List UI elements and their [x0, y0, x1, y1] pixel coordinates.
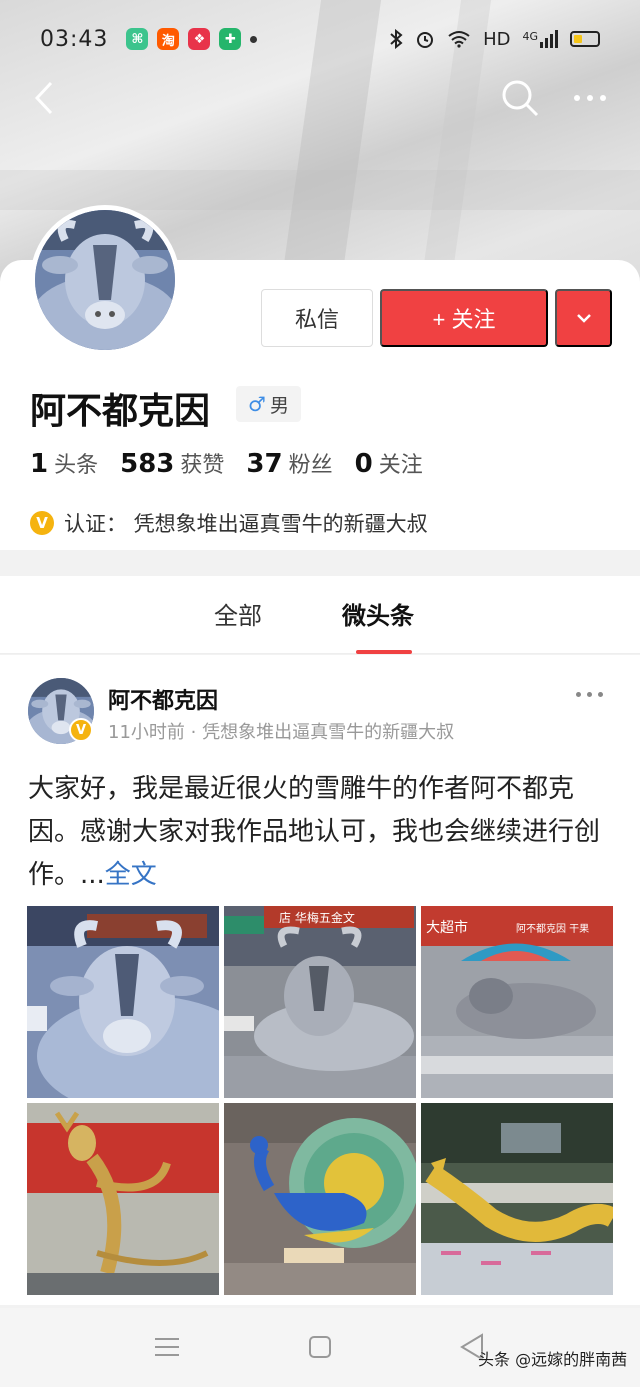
status-bar: 03:43 ⌘ 淘 ❖ ✚ HD 4G — [0, 0, 640, 78]
male-icon: ♂ — [248, 392, 266, 416]
search-icon — [502, 80, 539, 117]
profile-name: 阿不都克因 — [30, 391, 211, 432]
snow-bull-street-image[interactable]: 店 华梅五金文 — [224, 906, 416, 1098]
active-tab-indicator — [356, 650, 412, 654]
more-button[interactable] — [568, 78, 612, 118]
status-time: 03:43 — [40, 26, 109, 52]
stat-number: 1 — [30, 449, 49, 479]
app-green-icon: ⌘ — [126, 28, 149, 50]
more-notifications-dot — [250, 35, 258, 43]
watermark-text: 头条 @远嫁的胖南茜 — [478, 1350, 628, 1369]
recent-apps-button[interactable] — [155, 1338, 179, 1356]
top-nav — [0, 70, 640, 126]
wifi-icon — [448, 31, 470, 48]
sculpture-deer-svg — [27, 1103, 219, 1295]
market-sign-text: 阿不都克因 干果 — [516, 923, 589, 935]
signal-icon: 4G — [522, 30, 558, 48]
content-tabs: 全部 微头条 — [0, 576, 640, 654]
sculpture-deer-image[interactable] — [27, 1103, 219, 1295]
more-dot-icon — [598, 692, 603, 697]
notification-icons: ⌘ 淘 ❖ ✚ — [126, 28, 258, 50]
post-more-button[interactable] — [576, 692, 603, 697]
battery-icon — [570, 31, 600, 47]
peacock-sculpture-svg — [224, 1103, 416, 1295]
search-button[interactable] — [500, 78, 540, 118]
cover-shadow — [0, 170, 640, 210]
peacock-sculpture-image[interactable] — [224, 1103, 416, 1295]
snow-bull-market-image[interactable]: 大超市 阿不都克因 干果 — [421, 906, 613, 1098]
verification-text: 认证： 凭想象堆出逼真雪牛的新疆大叔 — [64, 512, 428, 536]
stat-label: 获赞 — [180, 453, 225, 478]
gender-label: 男 — [269, 394, 289, 417]
stat-fans[interactable]: 37 粉丝 — [246, 447, 332, 479]
app-red-icon: ❖ — [188, 28, 211, 50]
stat-label: 粉丝 — [288, 453, 333, 478]
back-button[interactable] — [26, 78, 62, 118]
post-text[interactable]: 大家好，我是最近很火的雪雕牛的作者阿不都克因。感谢大家对我作品地认可，我也会继续… — [28, 768, 614, 897]
verified-icon: V — [69, 718, 93, 742]
menu-line-icon — [155, 1338, 179, 1340]
post-author-name[interactable]: 阿不都克因 — [108, 683, 218, 715]
stat-number: 0 — [354, 449, 373, 479]
snow-bull-avatar-image — [35, 210, 175, 350]
signal-label: 4G — [522, 30, 538, 43]
more-dot-icon — [587, 95, 593, 101]
home-button[interactable] — [309, 1336, 331, 1358]
taobao-icon: 淘 — [157, 28, 180, 50]
full-text-link[interactable]: 全文 — [105, 860, 157, 890]
avatar[interactable] — [30, 205, 180, 355]
tab-all[interactable]: 全部 — [214, 596, 262, 631]
stat-label: 关注 — [378, 453, 423, 478]
snow-bull-closeup-image[interactable] — [27, 906, 219, 1098]
market-sign-text: 大超市 — [426, 919, 468, 936]
profile-stats: 1 头条 583 获赞 37 粉丝 0 关注 — [30, 447, 423, 479]
message-button[interactable]: 私信 — [261, 289, 373, 347]
follow-button[interactable]: + 关注 — [380, 289, 548, 347]
shield-app-icon: ✚ — [219, 28, 242, 50]
snow-bull-closeup-svg — [27, 906, 219, 1098]
stat-number: 37 — [246, 449, 283, 479]
network-label: HD — [483, 28, 511, 50]
stat-label: 头条 — [54, 453, 99, 478]
alarm-icon — [417, 32, 434, 48]
menu-line-icon — [155, 1354, 179, 1356]
verified-icon: V — [30, 511, 54, 535]
snow-bull-market-svg: 大超市 阿不都克因 干果 — [421, 906, 613, 1098]
stat-likes: 583 获赞 — [120, 447, 224, 479]
stat-posts[interactable]: 1 头条 — [30, 447, 98, 479]
chevron-down-icon — [576, 314, 591, 323]
system-icons: HD 4G — [389, 29, 600, 50]
golden-dragon-sculpture-svg — [421, 1103, 613, 1295]
verification-info: V 认证： 凭想象堆出逼真雪牛的新疆大叔 — [30, 508, 428, 538]
recommend-dropdown-button[interactable] — [555, 289, 612, 347]
more-dot-icon — [576, 692, 581, 697]
street-sign-text: 店 华梅五金文 — [279, 910, 355, 925]
more-dot-icon — [587, 692, 592, 697]
chevron-left-icon — [34, 81, 53, 115]
tab-micro-headlines[interactable]: 微头条 — [342, 596, 414, 631]
bluetooth-icon — [390, 29, 403, 49]
golden-dragon-sculpture-image[interactable] — [421, 1103, 613, 1295]
gender-badge: ♂ 男 — [236, 386, 301, 422]
stat-number: 583 — [120, 449, 175, 479]
more-dot-icon — [600, 95, 606, 101]
post-meta: 11小时前 · 凭想象堆出逼真雪牛的新疆大叔 — [108, 722, 455, 743]
snow-bull-street-svg: 店 华梅五金文 — [224, 906, 416, 1098]
more-dot-icon — [574, 95, 580, 101]
menu-line-icon — [155, 1346, 179, 1348]
stat-following[interactable]: 0 关注 — [355, 447, 423, 479]
